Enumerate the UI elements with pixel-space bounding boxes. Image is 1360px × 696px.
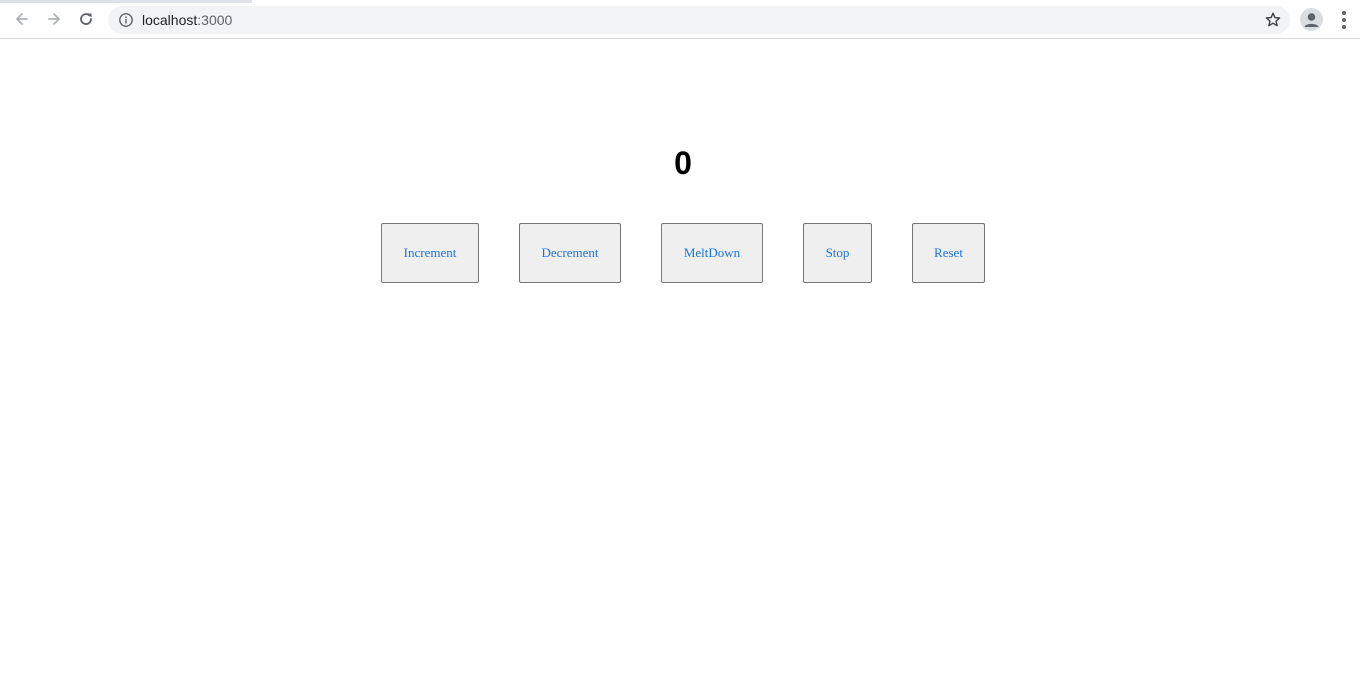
arrow-left-icon: [16, 13, 28, 25]
tab-strip-edge: [0, 0, 252, 3]
info-icon[interactable]: [118, 12, 134, 28]
reset-button[interactable]: Reset: [912, 223, 985, 283]
decrement-button[interactable]: Decrement: [519, 223, 621, 283]
star-icon[interactable]: [1264, 11, 1282, 29]
menu-dot: [1342, 25, 1346, 29]
forward-button[interactable]: [40, 5, 68, 33]
button-row: Increment Decrement MeltDown Stop Reset: [381, 223, 985, 283]
browser-toolbar: localhost:3000: [0, 0, 1360, 39]
url-port: :3000: [197, 12, 233, 28]
back-button[interactable]: [8, 5, 36, 33]
stop-button[interactable]: Stop: [803, 223, 872, 283]
meltdown-button[interactable]: MeltDown: [661, 223, 763, 283]
kebab-menu-icon[interactable]: [1334, 8, 1354, 32]
page-content: 0 Increment Decrement MeltDown Stop Rese…: [0, 40, 1360, 696]
arrow-right-icon: [48, 13, 60, 25]
counter-value: 0: [674, 145, 692, 181]
url-host: localhost: [142, 12, 198, 28]
menu-dot: [1342, 11, 1346, 15]
address-bar[interactable]: localhost:3000: [108, 6, 1290, 34]
url-text[interactable]: localhost:3000: [142, 12, 232, 28]
menu-dot: [1342, 18, 1346, 22]
profile-button[interactable]: [1300, 8, 1323, 31]
reload-icon: [80, 13, 92, 25]
increment-button[interactable]: Increment: [381, 223, 479, 283]
account-icon: [1304, 13, 1319, 27]
reload-button[interactable]: [72, 5, 100, 33]
